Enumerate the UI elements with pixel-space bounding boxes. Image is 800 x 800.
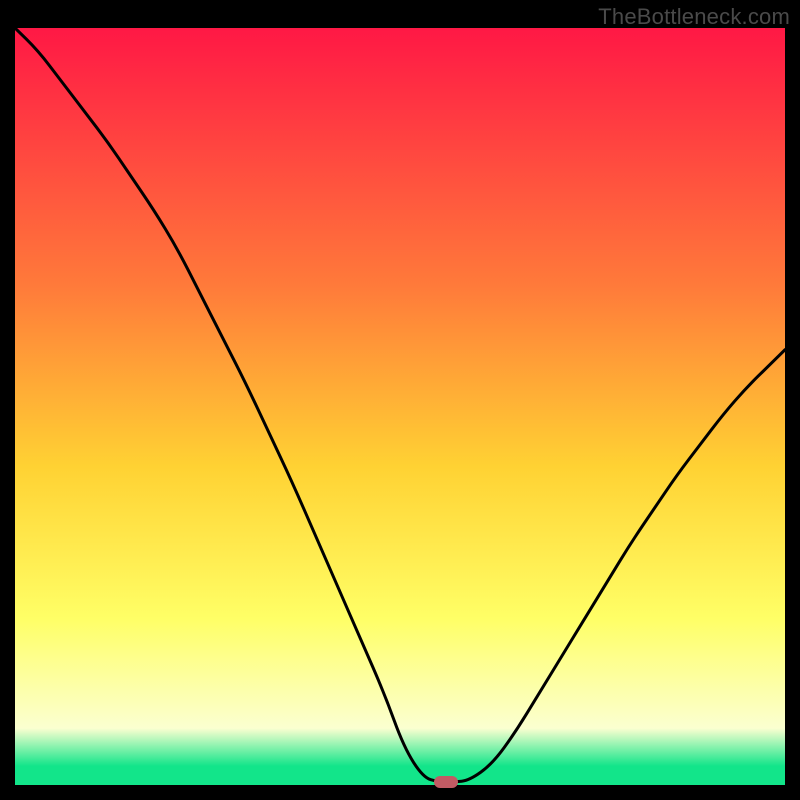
optimum-marker [434, 776, 458, 788]
chart-stage: TheBottleneck.com [0, 0, 800, 800]
plot-area [15, 28, 785, 785]
chart-svg [15, 28, 785, 785]
gradient-rect [15, 28, 785, 785]
watermark-text: TheBottleneck.com [598, 4, 790, 30]
